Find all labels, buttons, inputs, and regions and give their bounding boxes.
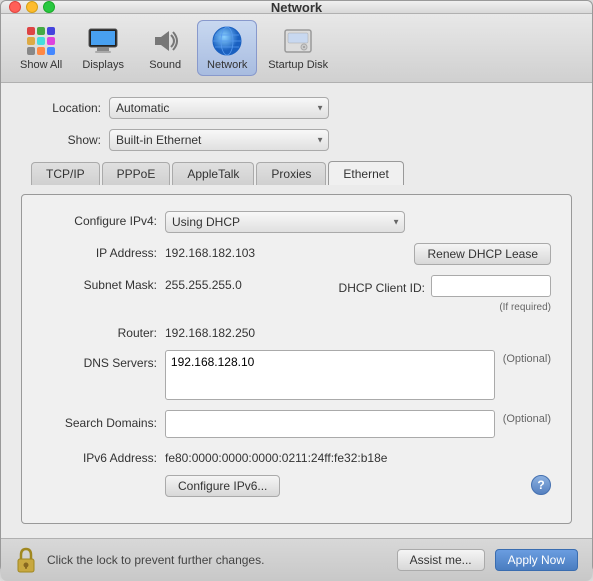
- toolbar-label-sound: Sound: [149, 59, 181, 71]
- dhcp-client-row: DHCP Client ID:: [339, 275, 551, 297]
- close-button[interactable]: [9, 1, 21, 13]
- location-label: Location:: [21, 101, 101, 115]
- dns-optional-text: (Optional): [503, 350, 551, 365]
- speaker-icon: [149, 25, 181, 57]
- toolbar-label-displays: Displays: [82, 59, 124, 71]
- tab-pppoe[interactable]: PPPoE: [102, 162, 171, 185]
- dns-row: DNS Servers: 192.168.128.10 (Optional): [42, 350, 551, 400]
- settings-panel: Configure IPv4: Using DHCP IP Address: 1…: [21, 194, 572, 524]
- show-dropdown-wrapper[interactable]: Built-in Ethernet: [109, 129, 329, 151]
- toolbar-label-startup-disk: Startup Disk: [268, 59, 328, 71]
- location-dropdown-wrapper[interactable]: Automatic: [109, 97, 329, 119]
- dhcp-client-group: DHCP Client ID: (If required): [339, 275, 551, 313]
- dhcp-client-id-input[interactable]: [431, 275, 551, 297]
- lock-text: Click the lock to prevent further change…: [47, 553, 387, 567]
- search-optional-text: (Optional): [503, 410, 551, 425]
- configure-ipv6-button[interactable]: Configure IPv6...: [165, 475, 280, 497]
- subnet-value: 255.255.255.0: [165, 275, 242, 292]
- dns-label: DNS Servers:: [42, 350, 157, 370]
- location-select[interactable]: Automatic: [109, 97, 329, 119]
- tabs-container: TCP/IP PPPoE AppleTalk Proxies Ethernet: [21, 161, 572, 185]
- tab-proxies[interactable]: Proxies: [256, 162, 326, 185]
- router-row: Router: 192.168.182.250: [42, 323, 551, 340]
- minimize-button[interactable]: [26, 1, 38, 13]
- show-row: Show: Built-in Ethernet: [21, 129, 572, 151]
- tab-appletalk[interactable]: AppleTalk: [172, 162, 254, 185]
- search-domains-input[interactable]: [165, 410, 495, 438]
- window: Network Show All: [0, 0, 593, 572]
- ip-address-row: IP Address: 192.168.182.103 Renew DHCP L…: [42, 243, 551, 265]
- grid-icon: [25, 25, 57, 57]
- toolbar: Show All Displays: [1, 14, 592, 83]
- display-icon: [87, 25, 119, 57]
- toolbar-item-sound[interactable]: Sound: [135, 20, 195, 76]
- location-row: Location: Automatic: [21, 97, 572, 119]
- renew-dhcp-button[interactable]: Renew DHCP Lease: [414, 243, 551, 265]
- ipv6-label: IPv6 Address:: [42, 448, 157, 465]
- router-label: Router:: [42, 323, 157, 340]
- assist-me-button[interactable]: Assist me...: [397, 549, 485, 571]
- search-domains-row: Search Domains: (Optional): [42, 410, 551, 438]
- dns-servers-input[interactable]: 192.168.128.10: [165, 350, 495, 400]
- window-buttons: [9, 1, 55, 13]
- tab-ethernet[interactable]: Ethernet: [328, 161, 403, 185]
- globe-icon: [211, 25, 243, 57]
- ipv6-row: IPv6 Address: fe80:0000:0000:0000:0211:2…: [42, 448, 551, 465]
- dhcp-client-label: DHCP Client ID:: [339, 278, 425, 295]
- toolbar-item-show-all[interactable]: Show All: [11, 20, 71, 76]
- toolbar-item-startup-disk[interactable]: Startup Disk: [259, 20, 337, 76]
- configure-ipv6-row: Configure IPv6... ?: [42, 475, 551, 497]
- lock-icon[interactable]: [15, 547, 37, 573]
- apply-now-button[interactable]: Apply Now: [495, 549, 578, 571]
- help-button[interactable]: ?: [531, 475, 551, 495]
- ip-address-label: IP Address:: [42, 243, 157, 260]
- router-value: 192.168.182.250: [165, 323, 255, 340]
- show-label: Show:: [21, 133, 101, 147]
- configure-ipv4-label: Configure IPv4:: [42, 211, 157, 228]
- disk-icon: [282, 25, 314, 57]
- subnet-label: Subnet Mask:: [42, 275, 157, 292]
- toolbar-label-network: Network: [207, 59, 247, 71]
- tab-tcpip[interactable]: TCP/IP: [31, 162, 100, 185]
- bottom-bar: Click the lock to prevent further change…: [1, 538, 592, 581]
- content-area: Location: Automatic Show: Built-in Ether…: [1, 83, 592, 538]
- toolbar-label-show-all: Show All: [20, 59, 62, 71]
- toolbar-item-network[interactable]: Network: [197, 20, 257, 76]
- ip-address-value: 192.168.182.103: [165, 243, 255, 260]
- maximize-button[interactable]: [43, 1, 55, 13]
- subnet-row: Subnet Mask: 255.255.255.0 DHCP Client I…: [42, 275, 551, 313]
- search-domains-label: Search Domains:: [42, 410, 157, 430]
- configure-ipv4-select[interactable]: Using DHCP: [165, 211, 405, 233]
- show-select[interactable]: Built-in Ethernet: [109, 129, 329, 151]
- configure-ipv4-row: Configure IPv4: Using DHCP: [42, 211, 551, 233]
- ipv6-value: fe80:0000:0000:0000:0211:24ff:fe32:b18e: [165, 448, 387, 465]
- toolbar-item-displays[interactable]: Displays: [73, 20, 133, 76]
- configure-ipv4-dropdown-wrapper[interactable]: Using DHCP: [165, 211, 405, 233]
- window-title: Network: [271, 0, 322, 15]
- if-required-text: (If required): [499, 302, 551, 313]
- title-bar: Network: [1, 1, 592, 14]
